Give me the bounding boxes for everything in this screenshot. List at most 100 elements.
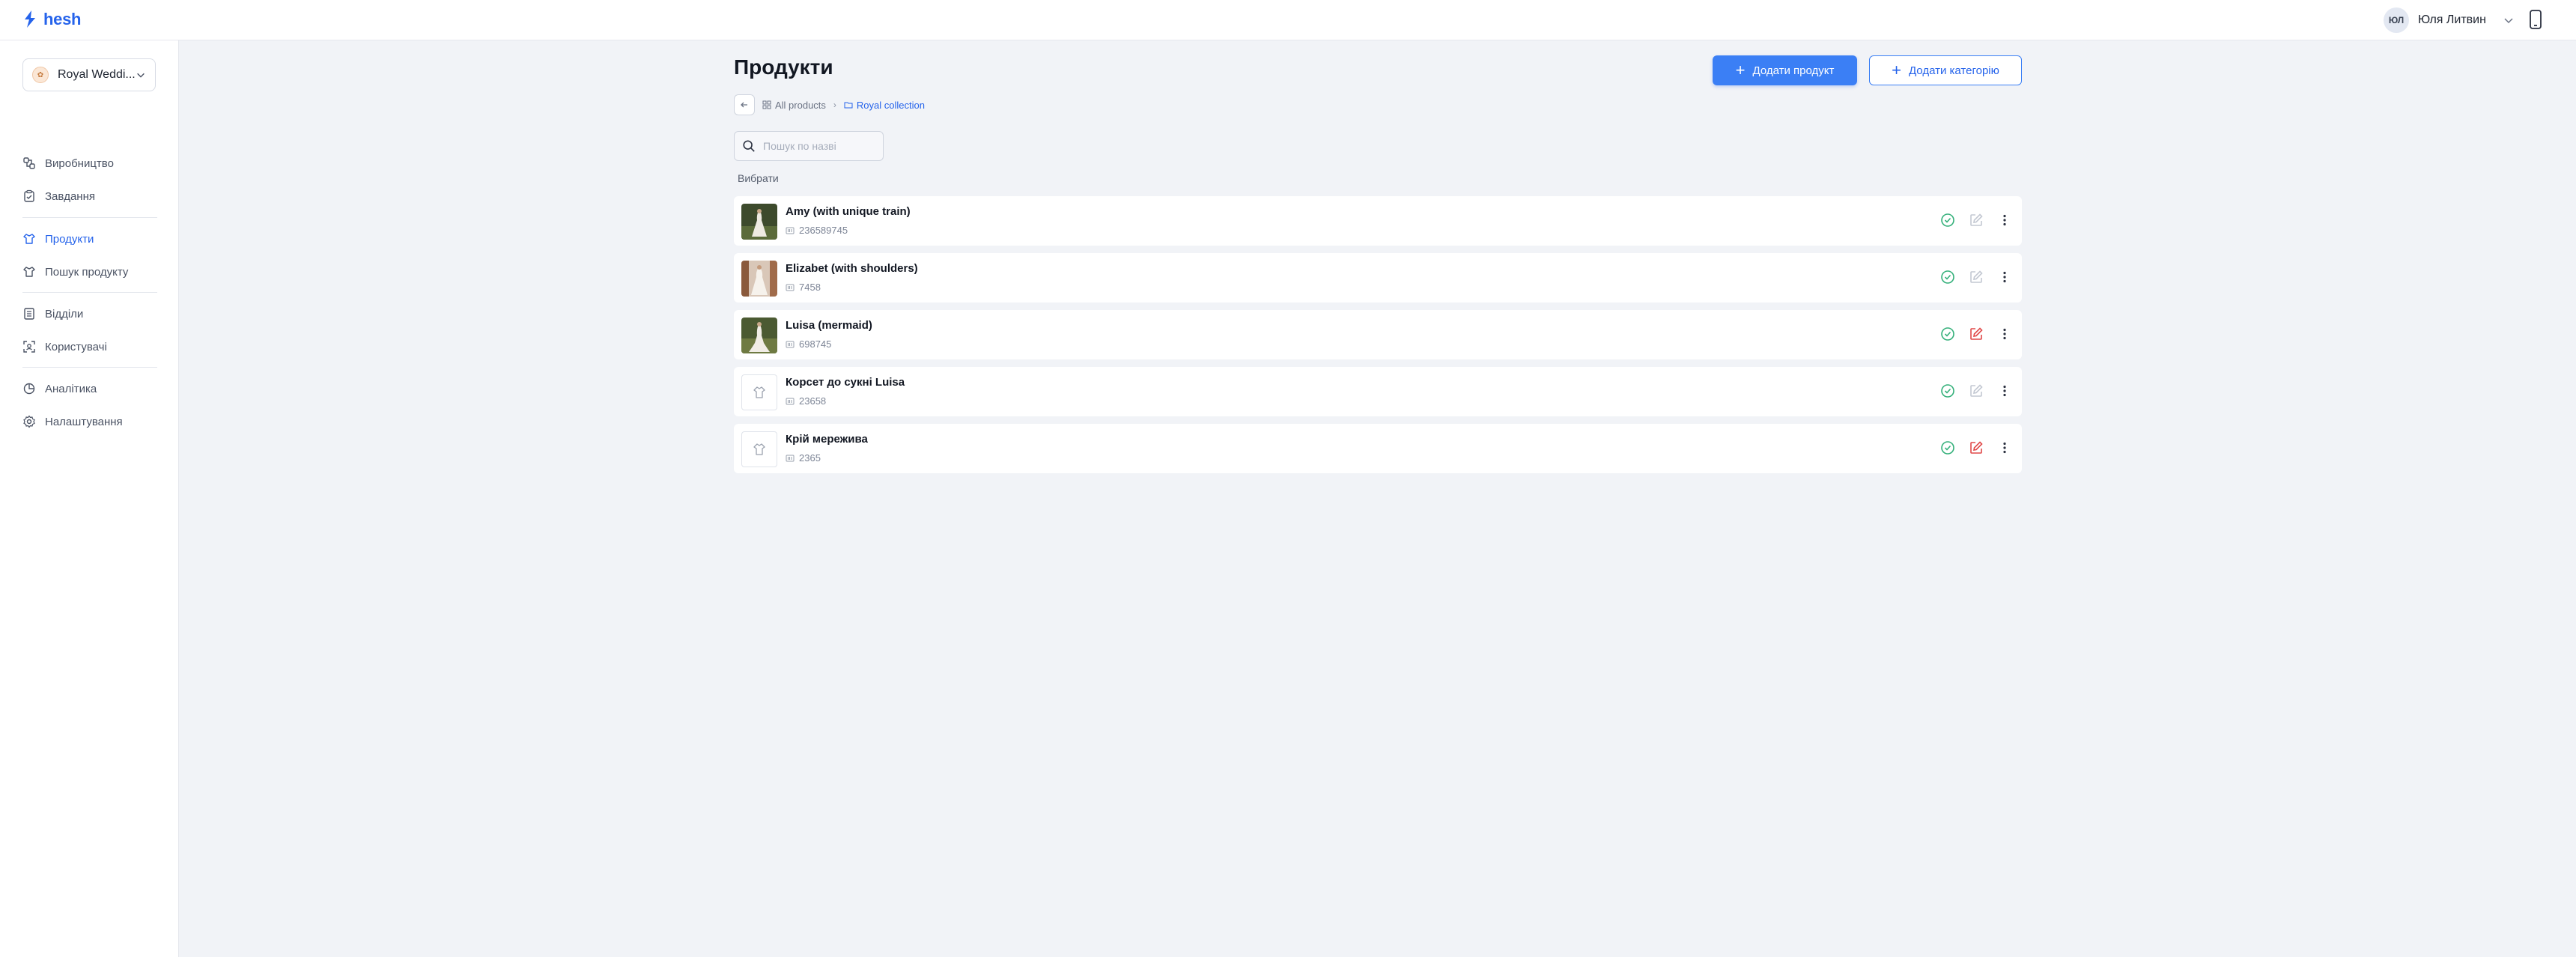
users-icon (23, 341, 35, 353)
edit-icon[interactable] (1968, 212, 1984, 228)
sidebar-item-label: Відділи (45, 307, 84, 320)
row-actions (1939, 326, 2013, 342)
breadcrumb-root-label: All products (775, 99, 826, 111)
logo-icon (25, 10, 35, 28)
top-bar: hesh ЮЛ Юля Литвин (0, 0, 2576, 40)
product-code: 236589745 (786, 225, 848, 236)
product-code-value: 698745 (799, 338, 832, 350)
row-actions (1939, 383, 2013, 399)
company-select[interactable]: ✿ Royal Weddi... (22, 58, 156, 91)
sidebar-item-label: Аналітика (45, 382, 97, 395)
product-code-value: 7458 (799, 282, 821, 293)
check-icon[interactable] (1939, 212, 1956, 228)
section-label: Вибрати (738, 172, 779, 184)
sidebar-item-label: Пошук продукту (45, 265, 129, 279)
row-actions (1939, 269, 2013, 285)
product-placeholder-icon (753, 443, 765, 455)
avatar: ЮЛ (2384, 7, 2409, 33)
chevron-down-icon[interactable] (2503, 14, 2515, 26)
more-options-icon[interactable] (1996, 212, 2013, 228)
barcode-icon (786, 455, 795, 461)
check-icon[interactable] (1939, 440, 1956, 456)
sidebar-item-label: Користувачі (45, 340, 107, 353)
sidebar-item-products[interactable]: Продукти (22, 228, 94, 250)
edit-icon[interactable] (1968, 269, 1984, 285)
search-input[interactable] (763, 140, 875, 152)
sidebar-item-users[interactable]: Користувачі (22, 335, 107, 358)
product-code: 7458 (786, 282, 821, 293)
breadcrumb-current-label: Royal collection (856, 99, 925, 111)
company-name: Royal Weddi... (58, 68, 136, 81)
product-row[interactable]: Крій мережива 2365 (734, 424, 2022, 473)
product-search-icon (23, 267, 35, 277)
add-product-button[interactable]: + Додати продукт (1713, 55, 1857, 85)
company-logo-icon: ✿ (32, 67, 49, 83)
check-icon[interactable] (1939, 383, 1956, 399)
more-options-icon[interactable] (1996, 269, 2013, 285)
barcode-icon (786, 227, 795, 234)
user-menu[interactable]: ЮЛ Юля Литвин (2384, 7, 2515, 33)
add-product-label: Додати продукт (1752, 64, 1835, 77)
plus-icon: + (1892, 61, 1901, 79)
product-placeholder-icon (753, 386, 765, 398)
barcode-icon (786, 398, 795, 404)
product-thumbnail (741, 431, 777, 467)
breadcrumb-all-products[interactable]: All products (762, 100, 826, 111)
sidebar-item-departments[interactable]: Відділи (22, 303, 83, 325)
product-name: Elizabet (with shoulders) (786, 262, 918, 275)
page-title: Продукти (734, 55, 833, 79)
product-thumbnail (741, 261, 777, 297)
logo-text: hesh (43, 10, 82, 28)
product-code-value: 236589745 (799, 225, 848, 236)
sidebar-item-tasks[interactable]: Завдання (22, 185, 95, 207)
product-code: 698745 (786, 338, 831, 350)
edit-icon[interactable] (1968, 440, 1984, 456)
product-name: Luisa (mermaid) (786, 319, 872, 332)
nav-divider (22, 367, 157, 368)
product-row[interactable]: Корсет до сукні Luisa 23658 (734, 367, 2022, 416)
barcode-icon (786, 341, 795, 347)
product-row[interactable]: Amy (with unique train) 236589745 (734, 196, 2022, 246)
sidebar-item-label: Продукти (45, 232, 94, 246)
product-row[interactable]: Elizabet (with shoulders) 7458 (734, 253, 2022, 303)
product-name: Крій мережива (786, 433, 868, 446)
analytics-icon (23, 383, 35, 395)
chevron-down-icon (137, 73, 145, 78)
product-thumbnail (741, 374, 777, 410)
check-icon[interactable] (1939, 269, 1956, 285)
product-row[interactable]: Luisa (mermaid) 698745 (734, 310, 2022, 359)
app-logo[interactable]: hesh (21, 10, 81, 29)
product-code: 23658 (786, 395, 826, 407)
breadcrumb-current[interactable]: Royal collection (844, 100, 925, 111)
search-icon (743, 140, 755, 152)
product-name: Корсет до сукні Luisa (786, 376, 905, 389)
production-icon (23, 157, 35, 169)
plus-icon: + (1735, 61, 1746, 79)
search-box[interactable] (734, 131, 884, 161)
sidebar-item-product-search[interactable]: Пошук продукту (22, 261, 128, 283)
row-actions (1939, 212, 2013, 228)
product-code-value: 23658 (799, 395, 827, 407)
sidebar-item-analytics[interactable]: Аналітика (22, 377, 97, 400)
breadcrumb: All products › Royal collection (734, 94, 925, 115)
product-name: Amy (with unique train) (786, 205, 911, 218)
more-options-icon[interactable] (1996, 383, 2013, 399)
back-button[interactable] (734, 94, 755, 115)
more-options-icon[interactable] (1996, 326, 2013, 342)
product-thumbnail (741, 204, 777, 240)
sidebar-item-settings[interactable]: Налаштування (22, 410, 123, 433)
tasks-icon (24, 189, 34, 202)
check-icon[interactable] (1939, 326, 1956, 342)
edit-icon[interactable] (1968, 326, 1984, 342)
mobile-device-icon[interactable] (2528, 9, 2543, 30)
add-category-button[interactable]: + Додати категорію (1869, 55, 2022, 85)
sidebar: ✿ Royal Weddi... Виробництво Завдання Пр… (0, 40, 179, 957)
edit-icon[interactable] (1968, 383, 1984, 399)
departments-icon (24, 308, 34, 320)
sidebar-item-label: Виробництво (45, 157, 114, 170)
more-options-icon[interactable] (1996, 440, 2013, 456)
user-name: Юля Литвин (2418, 13, 2486, 26)
nav-divider (22, 217, 157, 218)
folder-icon (844, 102, 853, 109)
sidebar-item-production[interactable]: Виробництво (22, 152, 114, 174)
